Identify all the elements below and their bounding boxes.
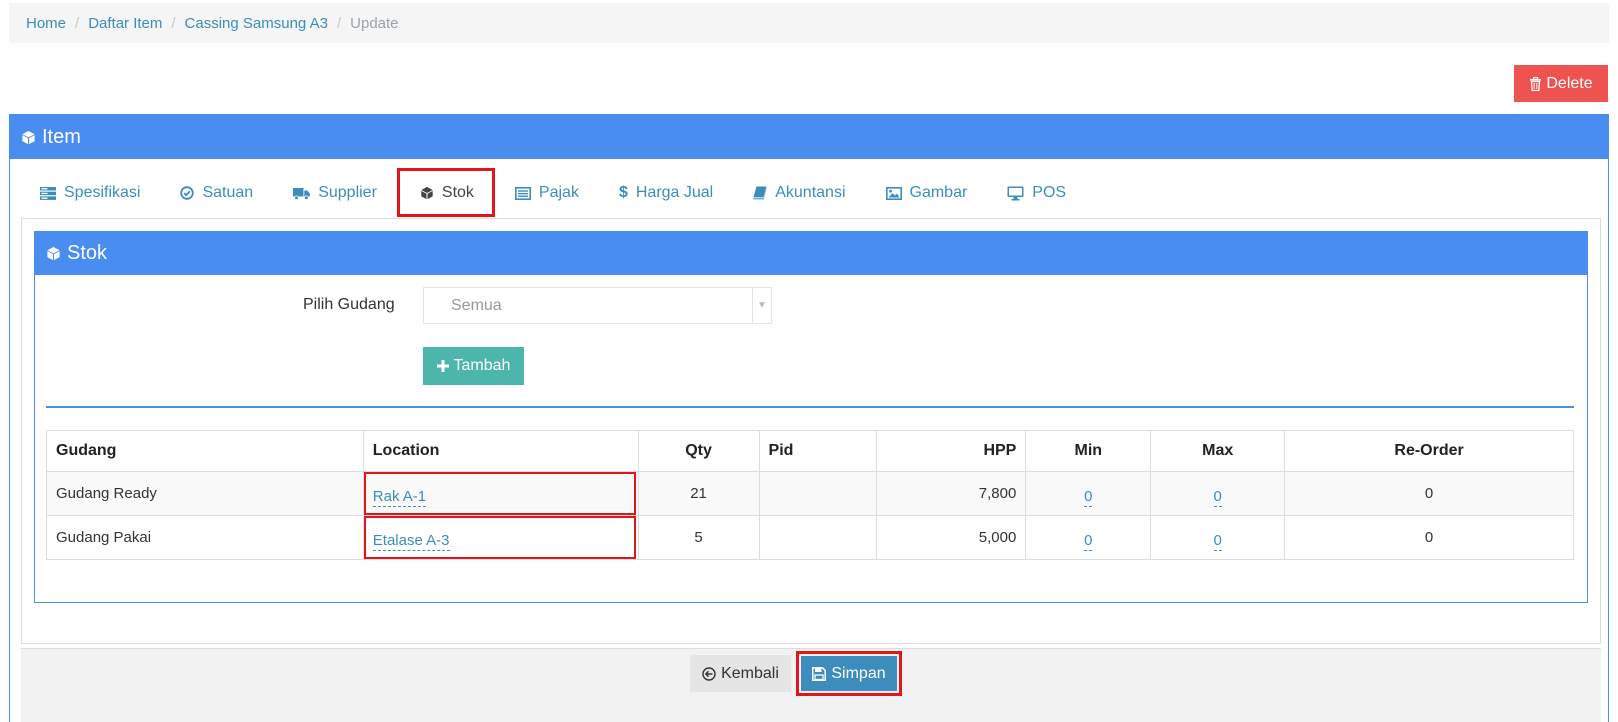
table-row: Gudang Pakai Etalase A-3 5 5,000 0 0 0	[46, 515, 1574, 560]
cube-icon	[421, 186, 433, 199]
delete-button[interactable]: Delete	[1514, 65, 1608, 102]
divider	[46, 406, 1574, 408]
cell-hpp: 7,800	[876, 471, 1027, 516]
stok-panel-heading: Stok	[35, 232, 1587, 275]
tab-pajak[interactable]: Pajak	[495, 171, 599, 215]
tab-supplier[interactable]: Supplier	[273, 171, 397, 215]
simpan-button[interactable]: Simpan	[801, 656, 897, 691]
stok-panel: Stok Pilih Gudang Semua ▼ Tambah Gudang …	[34, 231, 1588, 603]
cube-icon	[47, 246, 60, 261]
gudang-select[interactable]: Semua ▼	[423, 287, 772, 324]
simpan-label: Simpan	[831, 664, 886, 682]
stok-table: Gudang Location Qty Pid HPP Min Max Re-O…	[46, 430, 1574, 560]
cube-icon	[22, 130, 35, 144]
tab-label: Stok	[441, 183, 474, 201]
tab-label: Harga Jual	[635, 184, 714, 201]
column-header: Pid	[758, 430, 878, 472]
check-circle-icon	[180, 186, 195, 200]
truck-icon	[293, 187, 311, 200]
cell-qty: 21	[637, 471, 760, 516]
cell-max: 0	[1150, 471, 1286, 516]
form-footer: Kembali Simpan	[21, 648, 1601, 722]
breadcrumb: Home / Daftar Item / Cassing Samsung A3 …	[9, 3, 1609, 43]
cell-location: Etalase A-3	[362, 515, 639, 560]
cell-min: 0	[1025, 471, 1152, 516]
caret-down-icon: ▼	[752, 288, 771, 323]
column-header: Min	[1025, 430, 1152, 472]
image-icon	[885, 186, 902, 200]
trash-icon	[1530, 76, 1542, 91]
cell-reorder: 0	[1284, 515, 1574, 560]
tambah-label: Tambah	[453, 357, 511, 374]
book-icon	[753, 186, 767, 200]
gudang-label: Pilih Gudang	[303, 296, 395, 313]
cell-max: 0	[1150, 515, 1286, 560]
tab-label: Supplier	[318, 184, 377, 201]
cell-qty: 5	[637, 515, 760, 560]
tab-bar: Spesifikasi Satuan Supplier Stok Pajak $…	[22, 168, 1086, 217]
tab-label: POS	[1032, 184, 1067, 201]
breadcrumb-separator: /	[336, 14, 342, 32]
cell-gudang: Gudang Pakai	[46, 515, 364, 560]
breadcrumb-item[interactable]: Cassing Samsung A3	[185, 15, 328, 32]
column-header: Re-Order	[1284, 430, 1574, 472]
column-header: Qty	[637, 430, 760, 472]
dollar-icon: $	[618, 184, 628, 201]
list-alt-icon	[514, 186, 531, 200]
kembali-label: Kembali	[721, 664, 779, 682]
tab-label: Spesifikasi	[64, 184, 141, 201]
cell-reorder: 0	[1284, 471, 1574, 516]
cell-hpp: 5,000	[876, 515, 1027, 560]
location-editable[interactable]: Etalase A-3	[372, 532, 450, 551]
floppy-disk-icon	[812, 666, 827, 681]
column-header: Gudang	[46, 430, 364, 472]
delete-label: Delete	[1546, 74, 1593, 92]
column-header: HPP	[876, 430, 1027, 472]
max-editable[interactable]: 0	[1213, 488, 1222, 507]
tab-gambar[interactable]: Gambar	[866, 171, 988, 215]
breadcrumb-current: Update	[350, 14, 399, 32]
tab-label: Gambar	[909, 184, 968, 201]
cell-min: 0	[1025, 515, 1152, 560]
cell-pid	[758, 471, 878, 516]
tab-spesifikasi[interactable]: Spesifikasi	[22, 171, 160, 215]
item-panel-heading: Item	[10, 115, 1608, 159]
gudang-select-value: Semua	[451, 296, 502, 314]
column-header: Location	[362, 430, 639, 472]
column-header: Max	[1150, 430, 1286, 472]
min-editable[interactable]: 0	[1084, 532, 1093, 551]
tab-content-stok: Stok Pilih Gudang Semua ▼ Tambah Gudang …	[21, 218, 1601, 644]
stok-title: Stok	[67, 242, 108, 264]
tab-label: Akuntansi	[775, 184, 846, 201]
cell-location: Rak A-1	[362, 471, 639, 516]
tab-satuan[interactable]: Satuan	[160, 171, 273, 215]
breadcrumb-separator: /	[75, 14, 80, 32]
breadcrumb-home[interactable]: Home	[26, 15, 66, 32]
item-panel: Item Spesifikasi Satuan Supplier Stok Pa…	[9, 114, 1609, 722]
plus-icon	[436, 360, 449, 372]
max-editable[interactable]: 0	[1213, 532, 1222, 551]
location-editable[interactable]: Rak A-1	[372, 488, 427, 507]
table-header-row: Gudang Location Qty Pid HPP Min Max Re-O…	[46, 430, 1574, 472]
server-icon	[40, 186, 56, 200]
min-editable[interactable]: 0	[1084, 488, 1093, 507]
breadcrumb-daftar-item[interactable]: Daftar Item	[88, 15, 162, 32]
arrow-circle-left-icon	[702, 666, 716, 681]
table-row: Gudang Ready Rak A-1 21 7,800 0 0 0	[46, 471, 1574, 516]
tab-harga-jual[interactable]: $ Harga Jual	[599, 171, 733, 215]
tab-label: Pajak	[538, 184, 579, 201]
tab-label: Satuan	[202, 184, 254, 201]
simpan-highlight: Simpan	[796, 651, 902, 696]
kembali-button[interactable]: Kembali	[690, 655, 791, 692]
tambah-button[interactable]: Tambah	[423, 347, 524, 385]
tab-stok[interactable]: Stok	[396, 168, 495, 217]
monitor-icon	[1007, 186, 1024, 200]
tab-akuntansi[interactable]: Akuntansi	[733, 171, 865, 215]
panel-title: Item	[42, 125, 81, 148]
breadcrumb-separator: /	[171, 14, 176, 32]
cell-pid	[758, 515, 878, 560]
tab-pos[interactable]: POS	[987, 171, 1086, 215]
cell-gudang: Gudang Ready	[46, 471, 364, 516]
